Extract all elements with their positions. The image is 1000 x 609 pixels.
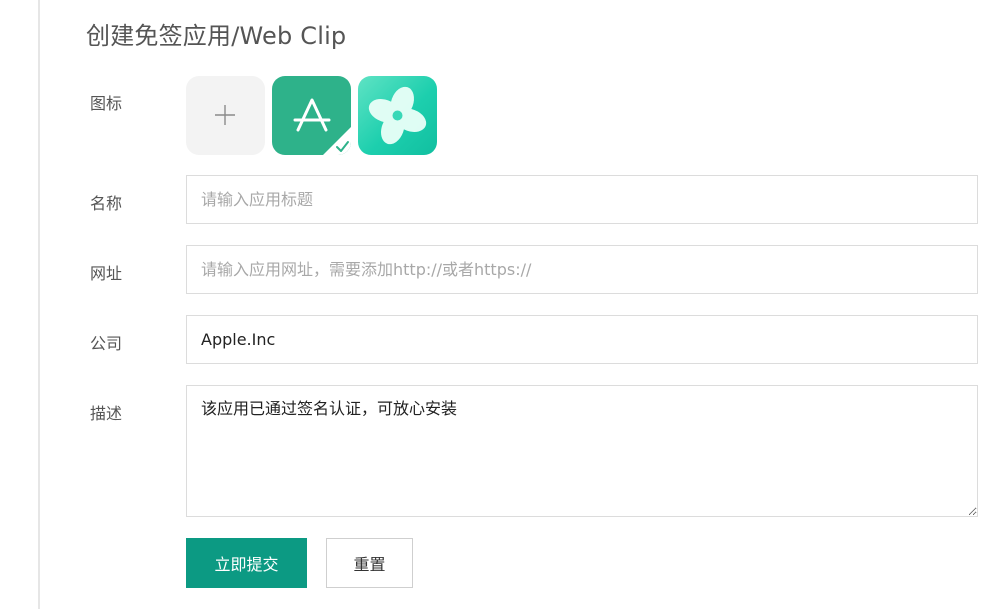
pinwheel-icon xyxy=(368,86,427,145)
add-icon-button[interactable] xyxy=(186,76,265,155)
app-store-icon-option[interactable] xyxy=(272,76,351,155)
icon-picker xyxy=(186,76,437,156)
name-input[interactable] xyxy=(186,175,978,224)
submit-button[interactable]: 立即提交 xyxy=(186,538,307,588)
url-label: 网址 xyxy=(90,264,123,283)
selected-check-icon xyxy=(323,127,351,155)
page-title: 创建免签应用/Web Clip xyxy=(86,22,347,50)
url-input[interactable] xyxy=(186,245,978,294)
company-input[interactable] xyxy=(186,315,978,364)
reset-button[interactable]: 重置 xyxy=(326,538,413,588)
name-label: 名称 xyxy=(90,194,123,213)
icon-label: 图标 xyxy=(90,94,123,113)
company-label: 公司 xyxy=(90,334,123,353)
pinwheel-app-icon-option[interactable] xyxy=(358,76,437,155)
description-label: 描述 xyxy=(90,404,123,423)
plus-icon xyxy=(215,105,235,125)
description-textarea[interactable]: 该应用已通过签名认证，可放心安装 xyxy=(186,385,978,517)
left-divider xyxy=(38,0,40,609)
